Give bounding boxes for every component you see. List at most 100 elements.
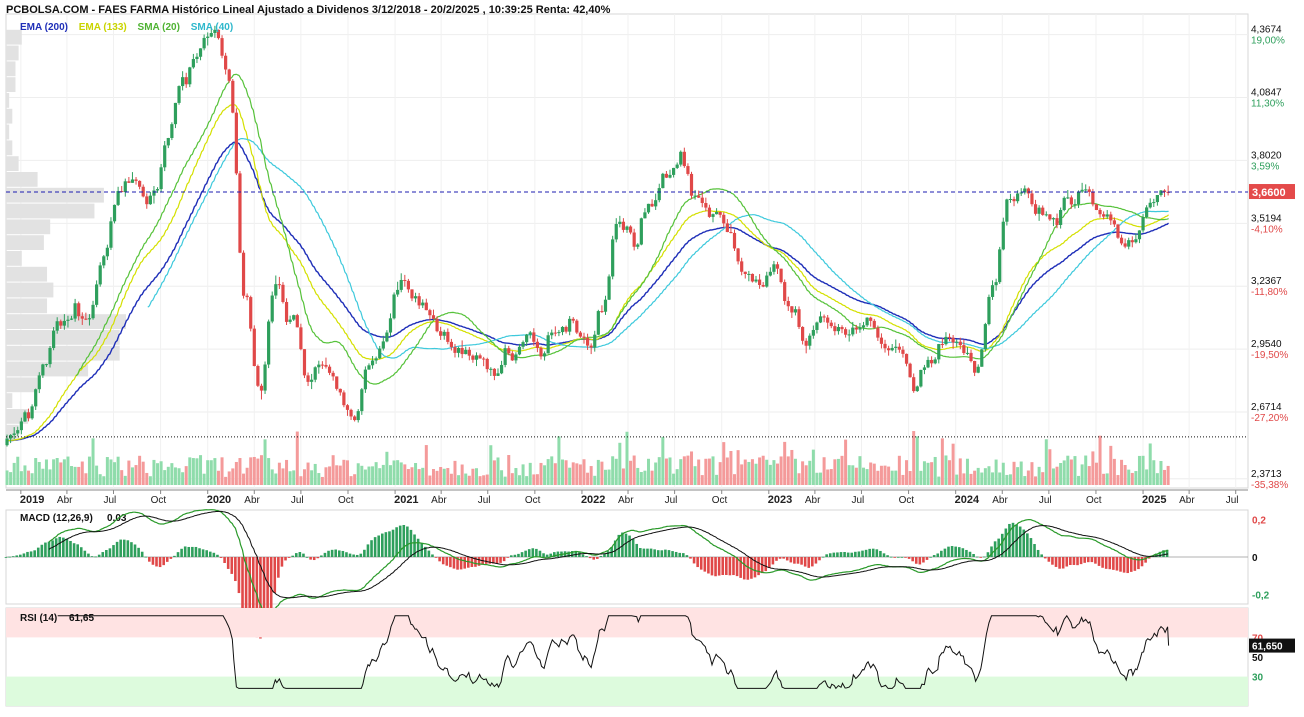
rsi-value: 61,65	[69, 613, 94, 624]
volume-bar	[259, 455, 263, 485]
volume-bar	[933, 456, 937, 485]
volume-bar	[460, 464, 464, 485]
macd-histogram-bar	[717, 557, 721, 576]
volume-profile-bar	[6, 282, 54, 298]
macd-histogram-bar	[922, 557, 925, 563]
macd-histogram-bar	[517, 553, 520, 557]
macd-histogram-bar	[323, 552, 327, 557]
volume-profile-bar	[6, 235, 44, 250]
volume-bar	[55, 458, 59, 485]
volume-bar	[632, 455, 636, 485]
macd-histogram-bar	[674, 551, 678, 557]
volume-bar	[722, 442, 726, 485]
volume-bar	[560, 459, 564, 485]
macd-histogram-bar	[821, 556, 825, 558]
macd-histogram-bar	[427, 550, 431, 557]
volume-bar	[184, 466, 188, 485]
macd-histogram-bar	[169, 557, 173, 559]
candle-body	[503, 348, 507, 365]
volume-bar	[578, 464, 582, 485]
volume-bar	[647, 458, 651, 485]
macd-histogram-bar	[112, 545, 115, 557]
candle-body	[284, 301, 289, 322]
macd-histogram-bar	[592, 557, 596, 560]
macd-histogram-bar	[90, 556, 94, 557]
volume-bar	[295, 431, 299, 485]
macd-histogram-bar	[94, 556, 97, 558]
legend-ema133: EMA (133)	[78, 22, 127, 33]
macd-histogram-bar	[298, 552, 302, 557]
macd-histogram-bar	[818, 557, 821, 561]
macd-histogram-bar	[280, 557, 284, 567]
volume-bar	[467, 475, 471, 485]
volume-bar	[937, 476, 941, 485]
volume-bar	[52, 459, 56, 485]
volume-bar	[625, 431, 629, 485]
macd-histogram-bar	[449, 557, 452, 568]
macd-histogram-bar	[391, 529, 395, 557]
volume-bar	[729, 451, 733, 485]
macd-histogram-bar	[1065, 557, 1069, 567]
candle-body	[177, 86, 181, 103]
macd-histogram-bar	[341, 550, 345, 557]
volume-bar	[256, 458, 260, 485]
volume-bar	[414, 463, 418, 485]
macd-histogram-bar	[542, 553, 545, 557]
candle-body	[1076, 191, 1081, 205]
candle-body	[668, 174, 672, 178]
volume-bar	[589, 466, 593, 485]
volume-bar	[231, 468, 235, 485]
volume-bar	[672, 473, 676, 485]
volume-bar	[704, 458, 708, 485]
candle-body	[876, 327, 880, 338]
candle-body	[1123, 243, 1127, 247]
volume-bar	[202, 473, 206, 485]
time-tick-label: Oct	[525, 495, 541, 506]
candle-body	[718, 211, 722, 215]
macd-histogram-bar	[1079, 557, 1083, 565]
macd-histogram-bar	[1004, 528, 1008, 557]
candle-body	[1080, 189, 1084, 192]
macd-histogram-bar	[864, 549, 868, 557]
candle-body	[1148, 202, 1152, 208]
macd-histogram-bar	[1036, 549, 1040, 557]
candle-body	[765, 275, 769, 287]
candle-body	[1141, 217, 1145, 231]
macd-histogram-bar	[459, 557, 463, 570]
candle-body	[679, 151, 683, 165]
candle-body	[202, 37, 206, 49]
macd-histogram-bar	[728, 557, 732, 576]
candle-body	[73, 303, 77, 319]
candle-body	[1066, 197, 1070, 199]
macd-histogram-bar	[957, 547, 961, 557]
macd-histogram-bar	[76, 544, 79, 557]
volume-bar	[1152, 460, 1156, 485]
macd-histogram-bar	[499, 557, 502, 563]
candle-body	[618, 221, 622, 225]
candle-body	[553, 332, 557, 334]
volume-bar	[1048, 449, 1052, 485]
macd-histogram-bar	[807, 557, 811, 568]
candle-body	[499, 364, 504, 374]
volume-bar	[342, 459, 346, 485]
volume-bar	[790, 449, 794, 485]
candle-body	[306, 375, 310, 382]
price-tick-pct: -27,20%	[1251, 413, 1288, 424]
candle-body	[1102, 214, 1106, 217]
volume-profile-bar	[6, 266, 48, 282]
macd-histogram-bar	[101, 552, 105, 557]
candle-body	[826, 317, 830, 323]
candle-body	[646, 203, 651, 213]
volume-bar	[618, 442, 622, 485]
macd-histogram-bar	[1101, 557, 1104, 568]
macd-histogram-bar	[900, 556, 904, 558]
volume-bar	[421, 467, 425, 485]
macd-histogram-bar	[732, 557, 735, 576]
chart-svg: 4,367419,00% 4,084711,30% 3,80203,59% 3,519…	[4, 13, 1295, 707]
time-tick-label: Abr	[618, 495, 634, 506]
macd-histogram-bar	[230, 557, 234, 574]
macd-histogram-bar	[846, 552, 850, 557]
volume-bar	[381, 464, 385, 485]
macd-histogram-bar	[671, 551, 674, 557]
time-tick-label: 2024	[955, 494, 980, 506]
